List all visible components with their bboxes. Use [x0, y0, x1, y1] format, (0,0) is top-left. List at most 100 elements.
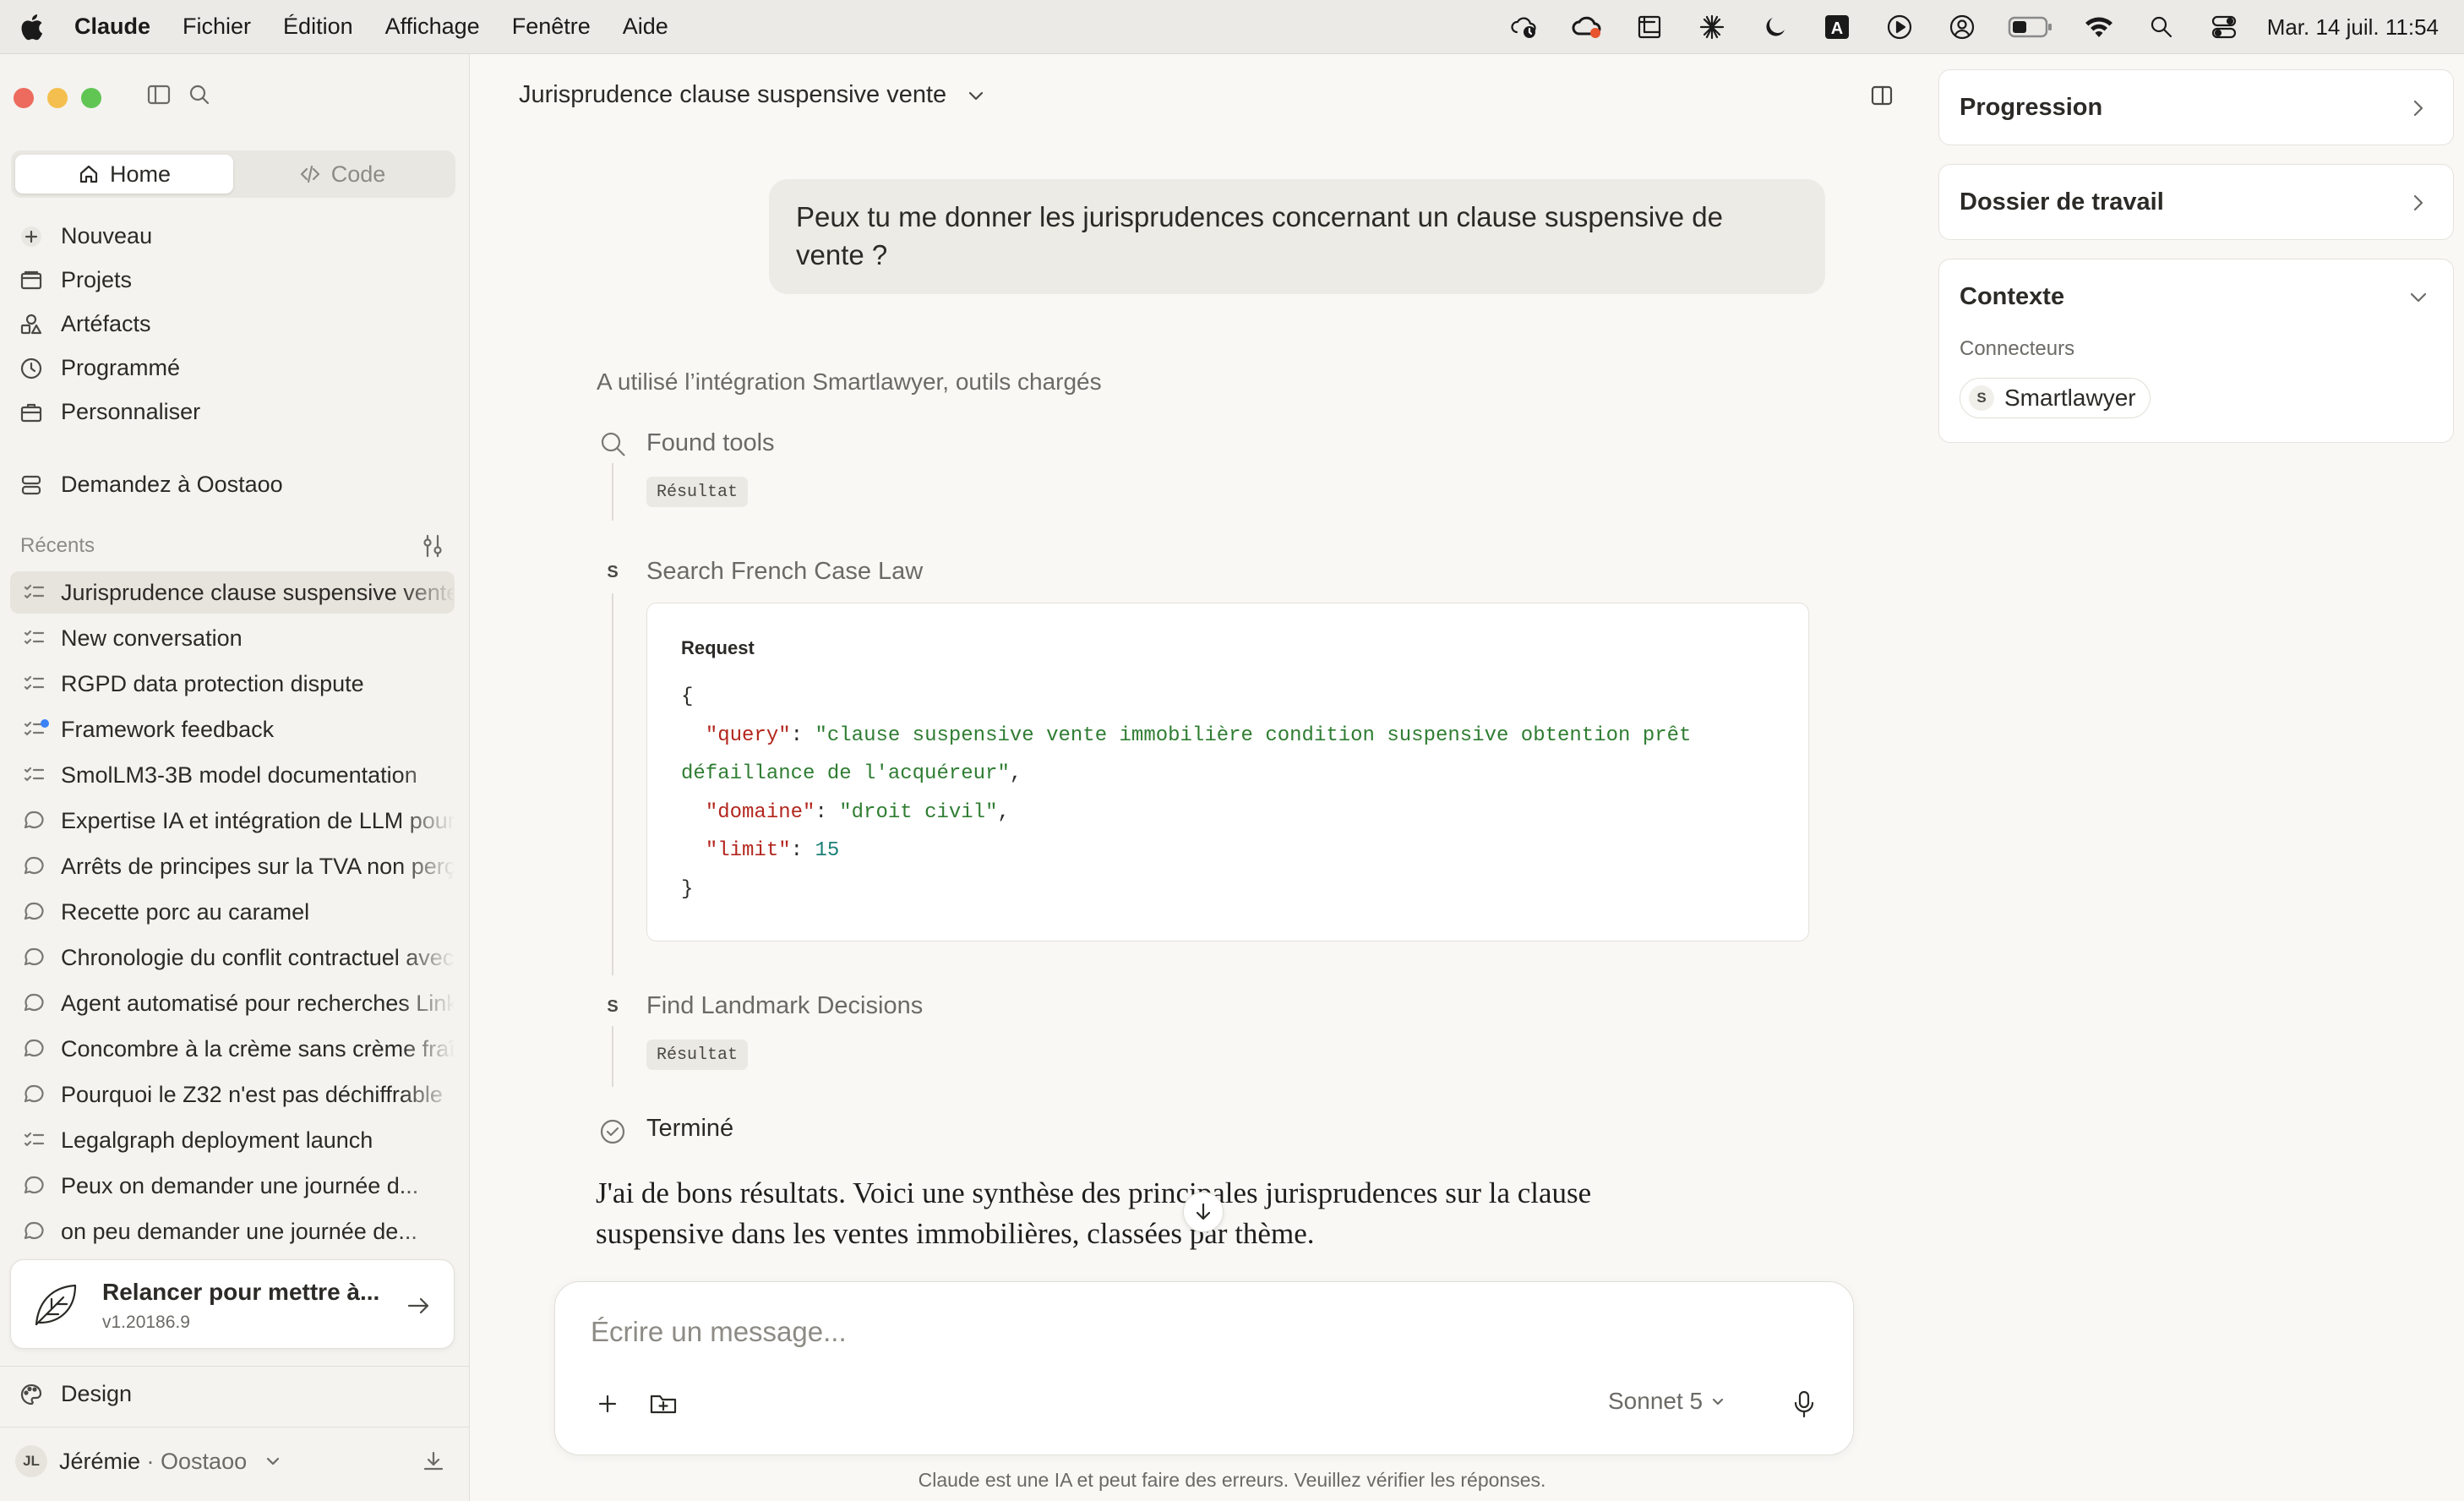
- sidebar-item-demandez-oostaoo[interactable]: Demandez à Oostaoo: [19, 472, 283, 498]
- search-icon[interactable]: [186, 81, 213, 108]
- recent-conversation[interactable]: Expertise IA et intégration de LLM pour: [10, 800, 455, 842]
- sidebar-item-label: Personnaliser: [61, 399, 201, 424]
- update-title: Relancer pour mettre à...: [102, 1279, 380, 1305]
- recent-conversation[interactable]: Legalgraph deployment launch: [10, 1119, 455, 1161]
- recent-conversation-title: Framework feedback: [61, 716, 275, 742]
- sidebar-item-label: Demandez à Oostaoo: [61, 472, 283, 497]
- recent-conversation[interactable]: on peu demander une journée de...: [10, 1210, 455, 1253]
- window-minimize-button[interactable]: [47, 88, 68, 108]
- menu-app-name[interactable]: Claude: [74, 14, 150, 40]
- recent-conversation[interactable]: SmolLM3-3B model documentation: [10, 754, 455, 796]
- recent-conversation[interactable]: Chronologie du conflit contractuel avec: [10, 936, 455, 979]
- message-input[interactable]: Écrire un message...: [591, 1316, 847, 1348]
- sidebar-item-label: Projets: [61, 267, 133, 292]
- model-selector[interactable]: Sonnet 5: [1608, 1388, 1726, 1415]
- task-list-icon: [24, 675, 45, 690]
- tab-home[interactable]: Home: [15, 155, 233, 194]
- recent-conversation-title: Agent automatisé pour recherches Linked: [61, 990, 455, 1016]
- conversation-title: Jurisprudence clause suspensive vente: [519, 81, 947, 108]
- search-icon: [597, 428, 629, 460]
- conversation-title-menu[interactable]: Jurisprudence clause suspensive vente: [519, 81, 987, 109]
- chevron-right-icon: [2413, 100, 2423, 117]
- chevron-down-icon[interactable]: [2406, 285, 2431, 310]
- sidebar-item-personnaliser[interactable]: Personnaliser: [19, 399, 200, 425]
- battery-icon[interactable]: [2007, 9, 2054, 45]
- check-circle-icon: [597, 1116, 629, 1148]
- recent-conversation[interactable]: Recette porc au caramel: [10, 891, 455, 933]
- result-pill[interactable]: Résultat: [646, 1040, 749, 1070]
- card-title[interactable]: Contexte: [1960, 283, 2064, 311]
- recent-conversation[interactable]: Agent automatisé pour recherches Linked: [10, 982, 455, 1024]
- recent-conversation[interactable]: Framework feedback: [10, 708, 455, 750]
- recent-conversation-title: Concombre à la crème sans crème fraîche: [61, 1035, 455, 1062]
- chat-bubble-icon: [24, 1084, 44, 1103]
- folder-plus-icon[interactable]: [646, 1387, 680, 1421]
- control-center-icon[interactable]: [2206, 9, 2242, 45]
- window-close-button[interactable]: [14, 88, 34, 108]
- recent-conversation-title: Peux on demander une journée d...: [61, 1172, 419, 1198]
- json-number: 15: [815, 839, 840, 862]
- menu-affichage[interactable]: Affichage: [385, 14, 480, 40]
- json-string: "droit civil": [839, 800, 998, 824]
- tab-code[interactable]: Code: [233, 155, 451, 194]
- tool-summary[interactable]: A utilisé l’intégration Smartlawyer, out…: [597, 368, 1102, 396]
- window-zoom-button[interactable]: [81, 88, 101, 108]
- menu-fenetre[interactable]: Fenêtre: [512, 14, 591, 40]
- crop-icon[interactable]: [1632, 9, 1667, 45]
- menu-edition[interactable]: Édition: [283, 14, 353, 40]
- dossier-card[interactable]: Dossier de travail: [1938, 164, 2454, 240]
- keyboard-a-icon[interactable]: A: [1819, 9, 1855, 45]
- task-list-icon: [24, 584, 45, 599]
- card-title: Dossier de travail: [1960, 188, 2164, 216]
- task-list-icon: [24, 1132, 45, 1147]
- sidebar-toggle-icon[interactable]: [145, 81, 172, 108]
- menu-aide[interactable]: Aide: [623, 14, 668, 40]
- user-circle-icon[interactable]: [1944, 9, 1980, 45]
- chat-bubble-icon: [24, 947, 44, 966]
- recent-conversation[interactable]: New conversation: [10, 617, 455, 659]
- result-pill[interactable]: Résultat: [646, 477, 749, 507]
- sidebar-item-programme[interactable]: Programmé: [19, 355, 180, 381]
- sidebar-item-artefacts[interactable]: Artéfacts: [19, 311, 151, 337]
- connector-chip[interactable]: S Smartlawyer: [1960, 378, 2151, 418]
- progression-card[interactable]: Progression: [1938, 69, 2454, 145]
- moon-icon[interactable]: [1757, 9, 1792, 45]
- search-icon[interactable]: [2144, 9, 2179, 45]
- scroll-to-bottom-button[interactable]: [1183, 1192, 1224, 1232]
- chat-bubble-icon: [24, 811, 44, 829]
- sidebar-item-projets[interactable]: Projets: [19, 267, 132, 293]
- recent-conversation[interactable]: Jurisprudence clause suspensive vente: [10, 571, 455, 614]
- arrow-right-icon: [407, 1297, 429, 1314]
- chat-bubble-icon: [24, 1176, 44, 1194]
- chat-bubble-icon: [24, 993, 44, 1012]
- menubar-clock[interactable]: Mar. 14 juil. 11:54: [2267, 14, 2439, 41]
- recent-conversation-title: RGPD data protection dispute: [61, 670, 364, 696]
- filter-sliders-icon[interactable]: [419, 532, 446, 559]
- update-banner[interactable]: Relancer pour mettre à... v1.20186.9: [10, 1259, 455, 1349]
- recent-conversation[interactable]: Arrêts de principes sur la TVA non perçu…: [10, 845, 455, 887]
- play-circle-icon[interactable]: [1882, 9, 1917, 45]
- step-found-tools[interactable]: Found tools: [646, 429, 775, 457]
- recent-conversation-title: Recette porc au caramel: [61, 898, 310, 925]
- sidebar-item-design[interactable]: Design: [19, 1381, 132, 1407]
- panel-toggle-icon[interactable]: [1867, 81, 1896, 110]
- recent-conversation[interactable]: Concombre à la crème sans crème fraîche: [10, 1028, 455, 1070]
- cloud-timer-icon[interactable]: [1507, 9, 1542, 45]
- wifi-icon[interactable]: [2081, 9, 2117, 45]
- recent-conversation[interactable]: RGPD data protection dispute: [10, 663, 455, 705]
- creative-cloud-icon[interactable]: [1569, 9, 1605, 45]
- menu-fichier[interactable]: Fichier: [183, 14, 251, 40]
- claude-asterisk-icon[interactable]: [1694, 9, 1730, 45]
- step-landmark-decisions[interactable]: Find Landmark Decisions: [646, 992, 923, 1020]
- sidebar-item-nouveau[interactable]: Nouveau: [19, 223, 152, 249]
- json-key: "limit": [705, 839, 791, 862]
- recent-conversation[interactable]: Peux on demander une journée d...: [10, 1165, 455, 1207]
- microphone-icon[interactable]: [1787, 1387, 1821, 1421]
- plus-icon[interactable]: [591, 1387, 624, 1421]
- card-title: Progression: [1960, 94, 2103, 121]
- sidebar-item-label: Design: [61, 1381, 133, 1406]
- step-search-case-law[interactable]: Search French Case Law: [646, 558, 923, 586]
- recent-conversation[interactable]: Pourquoi le Z32 n'est pas déchiffrable: [10, 1073, 455, 1116]
- task-list-icon: [24, 767, 45, 782]
- apple-icon[interactable]: [19, 13, 44, 41]
